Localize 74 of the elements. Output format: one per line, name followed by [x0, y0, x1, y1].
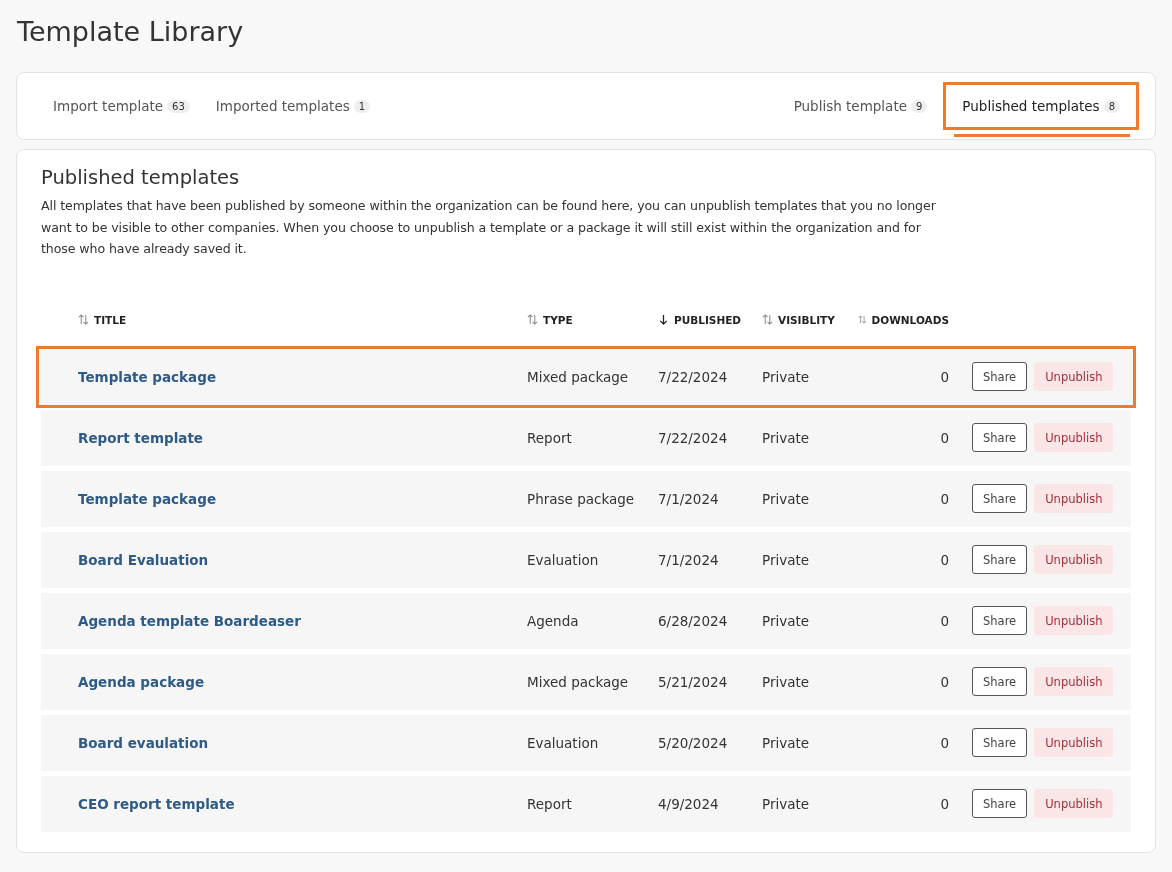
- template-link[interactable]: Agenda template Boardeaser: [41, 612, 527, 629]
- tab[interactable]: Imported templates 1: [205, 82, 381, 130]
- template-link[interactable]: Agenda package: [41, 673, 527, 690]
- count-badge: 63: [167, 99, 190, 113]
- table-cell-text: 0: [939, 612, 949, 629]
- table-cell-text: 0: [939, 795, 949, 812]
- unpublish-button[interactable]: Unpublish: [1034, 545, 1114, 574]
- share-button[interactable]: Share: [972, 728, 1028, 757]
- share-button[interactable]: Share: [972, 789, 1028, 818]
- column-label: PUBLISHED: [674, 313, 742, 326]
- table-cell-text: 0: [939, 429, 949, 446]
- column-label: VISIBLITY: [778, 313, 835, 326]
- count-badge: 1: [353, 99, 371, 113]
- template-link[interactable]: Template package: [41, 368, 527, 385]
- unpublish-button[interactable]: Unpublish: [1034, 789, 1114, 818]
- table-cell-text: Private: [762, 490, 811, 507]
- column-header[interactable]: TYPE: [527, 313, 658, 326]
- table-cell-text: 0: [939, 673, 949, 690]
- table-cell-text: Phrase package: [527, 490, 636, 507]
- table-cell-text: 7/22/2024: [658, 429, 729, 446]
- table-cell-text: Mixed package: [527, 368, 630, 385]
- table-cell-text: Report: [527, 429, 573, 446]
- table-cell-text: 5/20/2024: [658, 734, 729, 751]
- table-cell-text: 0: [939, 734, 949, 751]
- column-label: TITLE: [94, 313, 127, 326]
- tab[interactable]: Publish template 9: [783, 82, 938, 130]
- share-button[interactable]: Share: [972, 484, 1028, 513]
- column-header[interactable]: VISIBLITY: [762, 313, 858, 326]
- tab[interactable]: Import template 63: [43, 82, 200, 130]
- unpublish-button[interactable]: Unpublish: [1034, 484, 1114, 513]
- share-button[interactable]: Share: [972, 423, 1028, 452]
- table-cell-text: 4/9/2024: [658, 795, 720, 812]
- section-description: All templates that have been published by someone within the organization can be found here, you can unpublish templates that you no longer want to be visible to other companies. When you choose to unpublish a template or a package it will still exist within the organization and for those who have already saved it.: [41, 197, 937, 258]
- column-label: TYPE: [543, 313, 573, 326]
- table-cell-text: Report: [527, 795, 573, 812]
- section-title: Published templates: [41, 166, 241, 189]
- table-cell-text: 7/1/2024: [658, 490, 720, 507]
- count-badge: 9: [911, 99, 928, 113]
- table-cell-text: Mixed package: [527, 673, 630, 690]
- table-cell-text: 0: [939, 490, 949, 507]
- table-cell-text: Private: [762, 734, 811, 751]
- share-button[interactable]: Share: [972, 606, 1028, 635]
- unpublish-button[interactable]: Unpublish: [1034, 728, 1114, 757]
- template-link[interactable]: Board Evaluation: [41, 551, 527, 568]
- table-cell-text: 7/1/2024: [658, 551, 720, 568]
- template-link[interactable]: Board evaulation: [41, 734, 527, 751]
- table-cell-text: Private: [762, 368, 811, 385]
- share-button[interactable]: Share: [972, 362, 1028, 391]
- template-link[interactable]: Report template: [41, 429, 527, 446]
- unpublish-button[interactable]: Unpublish: [1034, 423, 1114, 452]
- table-cell-text: 0: [939, 368, 949, 385]
- share-button[interactable]: Share: [972, 545, 1028, 574]
- table-cell-text: Evaluation: [527, 734, 600, 751]
- share-button[interactable]: Share: [972, 667, 1028, 696]
- page-title: Template Library: [17, 15, 245, 49]
- unpublish-button[interactable]: Unpublish: [1034, 667, 1114, 696]
- column-header[interactable]: TITLE: [41, 313, 527, 326]
- table-cell-text: Private: [762, 673, 811, 690]
- count-badge: 8: [1103, 99, 1120, 113]
- template-link[interactable]: Template package: [41, 490, 527, 507]
- table-cell-text: 5/21/2024: [658, 673, 729, 690]
- table-cell-text: Private: [762, 429, 811, 446]
- table-cell-text: Private: [762, 551, 811, 568]
- unpublish-button[interactable]: Unpublish: [1034, 362, 1114, 391]
- table-cell-text: Evaluation: [527, 551, 600, 568]
- template-link[interactable]: CEO report template: [41, 795, 527, 812]
- table-cell-text: Private: [762, 612, 811, 629]
- table-cell-text: 6/28/2024: [658, 612, 729, 629]
- table-cell-text: Private: [762, 795, 811, 812]
- table-cell-text: 0: [939, 551, 949, 568]
- table-cell-text: Agenda: [527, 612, 580, 629]
- column-header[interactable]: PUBLISHED: [658, 313, 762, 326]
- table-cell-text: 7/22/2024: [658, 368, 729, 385]
- unpublish-button[interactable]: Unpublish: [1034, 606, 1114, 635]
